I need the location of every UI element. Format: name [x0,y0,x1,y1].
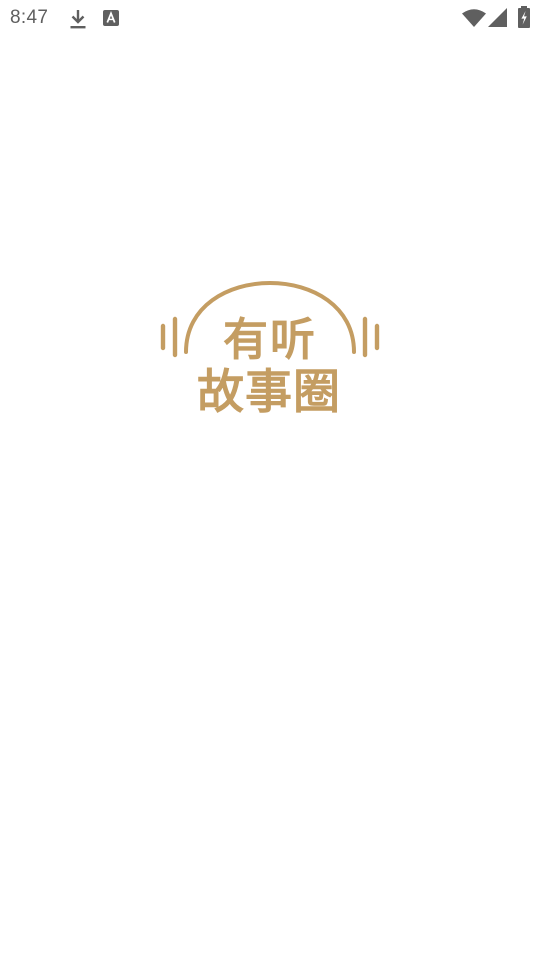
splash-screen: 8:47 有听 故事圈 [0,0,540,960]
status-time: 8:47 [10,7,49,28]
app-logo: 有听 故事圈 [158,260,382,424]
logo-text-line-2: 故事圈 [197,365,341,420]
status-bar: 8:47 [0,0,540,36]
download-icon [70,10,86,29]
cell-signal-icon [488,8,507,27]
wifi-icon [462,9,486,27]
app-notification-icon [103,10,119,26]
battery-charging-icon [518,6,530,28]
logo-text-line-1: 有听 [222,313,317,366]
